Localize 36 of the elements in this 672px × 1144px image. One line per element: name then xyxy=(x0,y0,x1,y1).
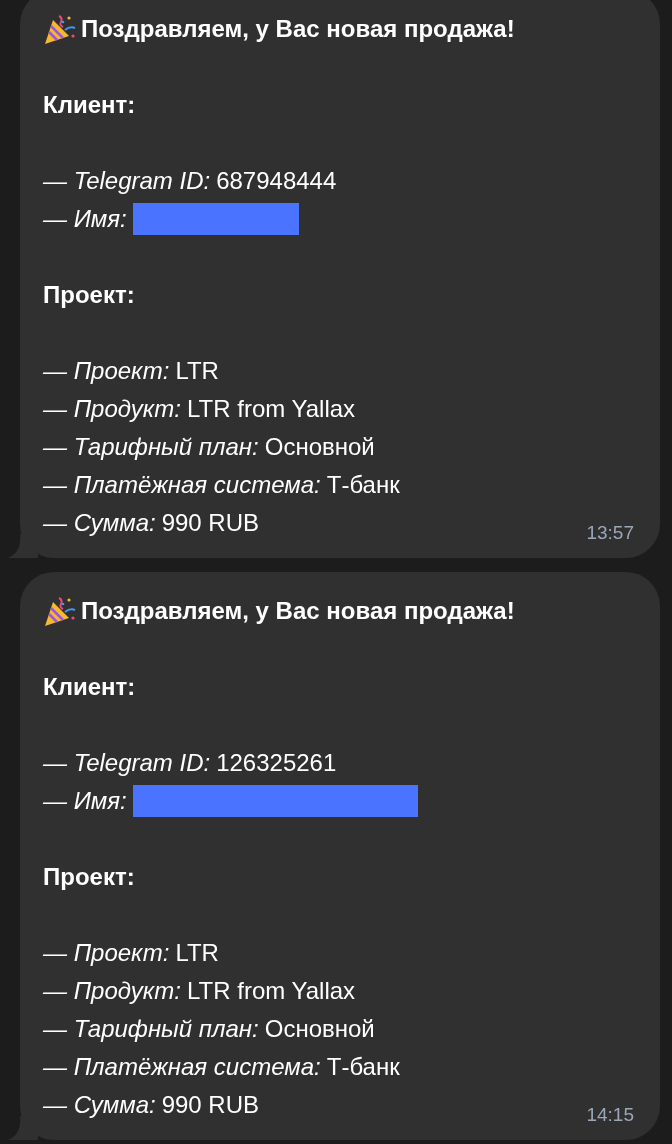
party-popper-icon xyxy=(43,594,77,628)
section-heading: Клиент: xyxy=(43,672,137,702)
field-label: — Проект: xyxy=(43,938,170,968)
field-value: Т-банк xyxy=(326,470,400,500)
field-value: 990 RUB xyxy=(161,508,260,538)
field-value: LTR xyxy=(175,938,219,968)
party-popper-icon xyxy=(43,12,77,46)
field-value: Основной xyxy=(264,432,375,462)
field-label: — Платёжная система: xyxy=(43,1052,321,1082)
field-value: LTR from Yallax xyxy=(187,976,356,1006)
field-label: — Продукт: xyxy=(43,976,181,1006)
field-label: — Имя: xyxy=(43,204,127,234)
section-heading: Проект: xyxy=(43,862,136,892)
field-value: 990 RUB xyxy=(161,1090,260,1120)
section-heading: Клиент: xyxy=(43,90,137,120)
message-title: Поздравляем, у Вас новая продажа! xyxy=(81,14,515,44)
field-label: — Тарифный план: xyxy=(43,432,259,462)
field-label: — Продукт: xyxy=(43,394,181,424)
field-label: — Имя: xyxy=(43,786,127,816)
field-label: — Тарифный план: xyxy=(43,1014,259,1044)
message-title: Поздравляем, у Вас новая продажа! xyxy=(81,596,515,626)
field-value: 687948444 xyxy=(216,166,337,196)
field-value: LTR from Yallax xyxy=(187,394,356,424)
field-value: 126325261 xyxy=(216,748,337,778)
message-time: 13:57 xyxy=(586,521,634,545)
field-label: — Telegram ID: xyxy=(43,748,211,778)
field-label: — Проект: xyxy=(43,356,170,386)
field-value: Т-банк xyxy=(326,1052,400,1082)
field-value: Основной xyxy=(264,1014,375,1044)
field-label: — Сумма: xyxy=(43,508,156,538)
field-value: LTR xyxy=(175,356,219,386)
section-heading: Проект: xyxy=(43,280,136,310)
field-label: — Сумма: xyxy=(43,1090,156,1120)
field-label: — Платёжная система: xyxy=(43,470,321,500)
message-time: 14:15 xyxy=(586,1103,634,1127)
field-label: — Telegram ID: xyxy=(43,166,211,196)
